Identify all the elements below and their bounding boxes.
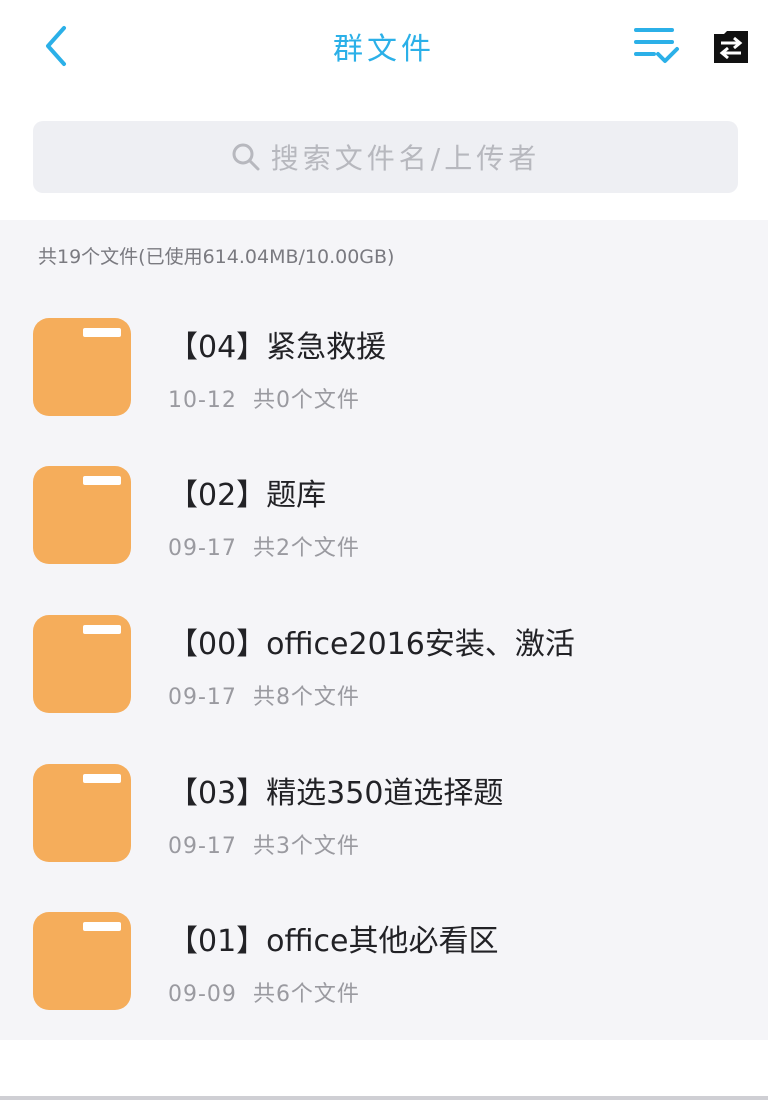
search-placeholder: 搜索文件名/上传者 [270, 142, 541, 175]
list-item[interactable]: 【02】题库 09-17 共2个文件 [0, 466, 768, 606]
bottom-divider [0, 1096, 768, 1100]
list-item[interactable]: 【00】office2016安装、激活 09-17 共8个文件 [0, 615, 768, 755]
folder-name: 【01】office其他必看区 [168, 924, 499, 959]
folder-count: 共3个文件 [252, 834, 360, 859]
folder-icon [33, 466, 131, 564]
folder-date: 09-17 [168, 685, 237, 710]
folder-icon [33, 318, 131, 416]
folder-icon [33, 615, 131, 713]
search-icon [232, 143, 260, 171]
folder-date: 09-09 [168, 982, 237, 1007]
folder-name: 【00】office2016安装、激活 [168, 627, 575, 662]
folder-count: 共0个文件 [252, 388, 360, 413]
folder-count: 共2个文件 [252, 536, 360, 561]
folder-date: 10-12 [168, 388, 237, 413]
list-item[interactable]: 【04】紧急救援 10-12 共0个文件 [0, 318, 768, 458]
folder-meta: 09-09 共6个文件 [168, 976, 360, 1008]
folder-meta: 09-17 共3个文件 [168, 828, 360, 860]
folder-meta: 09-17 共2个文件 [168, 530, 360, 562]
file-list: 共19个文件(已使用614.04MB/10.00GB) 【04】紧急救援 10-… [0, 220, 768, 1040]
sort-button[interactable] [634, 24, 680, 66]
folder-count: 共8个文件 [252, 685, 360, 710]
folder-date: 09-17 [168, 536, 237, 561]
list-check-icon [634, 28, 679, 63]
transfer-button[interactable] [712, 30, 750, 64]
folder-icon [33, 912, 131, 1010]
transfer-folder-icon [714, 31, 748, 63]
folder-date: 09-17 [168, 834, 237, 859]
top-bar: 群文件 [0, 0, 768, 100]
list-item[interactable]: 【03】精选350道选择题 09-17 共3个文件 [0, 764, 768, 904]
folder-icon [33, 764, 131, 862]
folder-count: 共6个文件 [252, 982, 360, 1007]
folder-meta: 10-12 共0个文件 [168, 382, 360, 414]
storage-summary: 共19个文件(已使用614.04MB/10.00GB) [38, 246, 395, 268]
folder-name: 【04】紧急救援 [168, 330, 387, 365]
folder-name: 【03】精选350道选择题 [168, 776, 504, 811]
folder-meta: 09-17 共8个文件 [168, 679, 360, 711]
search-input[interactable]: 搜索文件名/上传者 [33, 121, 738, 193]
folder-name: 【02】题库 [168, 478, 327, 513]
list-item[interactable]: 【01】office其他必看区 09-09 共6个文件 [0, 912, 768, 1052]
